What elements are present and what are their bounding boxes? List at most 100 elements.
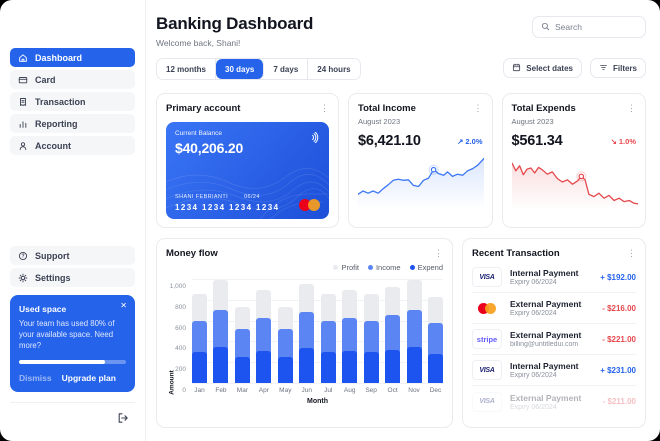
sidebar-item-account[interactable]: Account: [10, 136, 135, 155]
income-value-row: $6,421.10 ↗ 2.0%: [358, 133, 483, 149]
stripe-wordmark: stripe: [477, 335, 497, 344]
used-space-title: Used space: [19, 304, 126, 314]
total-expends-card: Total Expends ⋮ August 2023 $561.34 ↘ 1.…: [502, 93, 647, 228]
bar-group-nov[interactable]: [407, 279, 422, 383]
trend-up-icon: ↗: [457, 137, 463, 146]
used-space-body: Your team has used 80% of your available…: [19, 319, 126, 352]
tab-30-days[interactable]: 30 days: [216, 59, 264, 79]
search-box[interactable]: [532, 16, 646, 38]
select-dates-button[interactable]: Select dates: [503, 58, 582, 78]
sidebar-item-label: Account: [35, 141, 71, 151]
sidebar: Dashboard Card Transaction Reporting Account…: [0, 0, 146, 441]
credit-card[interactable]: Current Balance $40,206.20 SHANI FEBRIAN…: [166, 122, 329, 219]
legend-label: Profit: [341, 263, 359, 272]
bar-group-jun[interactable]: [299, 279, 314, 383]
gear-icon: [18, 273, 28, 283]
toolbar-actions: Select dates Filters: [503, 58, 646, 80]
stripe-logo: stripe: [472, 329, 502, 349]
bar-chart-plot: [192, 279, 443, 383]
bar-group-jan[interactable]: [192, 279, 207, 383]
card-head: Primary account ⋮: [166, 103, 329, 114]
toolbar: 12 months30 days7 days24 hours Select da…: [156, 58, 646, 80]
bar-group-aug[interactable]: [342, 279, 357, 383]
transaction-subtitle: Expiry 06/2024: [510, 279, 592, 286]
y-axis-tick: 800: [166, 304, 186, 311]
filters-button[interactable]: Filters: [590, 58, 646, 78]
bar-group-mar[interactable]: [235, 279, 250, 383]
transaction-row[interactable]: External PaymentExpiry 06/2024- $216.00: [472, 293, 636, 324]
kebab-menu-icon[interactable]: ⋮: [474, 104, 483, 113]
kebab-menu-icon[interactable]: ⋮: [434, 249, 443, 258]
bar-group-sep[interactable]: [364, 279, 379, 383]
x-axis-tick: May: [278, 387, 293, 394]
primary-account-card: Primary account ⋮ Curren: [156, 93, 339, 228]
x-axis-tick: Dec: [428, 387, 443, 394]
transaction-row[interactable]: VISAExternal PaymentExpiry 06/2024- $211…: [472, 386, 636, 417]
tab-7-days[interactable]: 7 days: [264, 59, 308, 79]
sidebar-item-dashboard[interactable]: Dashboard: [10, 48, 135, 67]
sidebar-item-reporting[interactable]: Reporting: [10, 114, 135, 133]
x-axis-tick: Feb: [213, 387, 228, 394]
bar-group-may[interactable]: [278, 279, 293, 383]
kebab-menu-icon[interactable]: ⋮: [320, 104, 329, 113]
bar-chart-icon: [18, 119, 28, 129]
recent-transaction-card: Recent Transaction ⋮ VISAInternal Paymen…: [462, 238, 646, 428]
bar-expend: [364, 352, 379, 383]
filter-icon: [599, 63, 608, 74]
kebab-menu-icon[interactable]: ⋮: [627, 104, 636, 113]
tab-24-hours[interactable]: 24 hours: [308, 59, 359, 79]
x-axis-tick: Jul: [321, 387, 336, 394]
sidebar-item-transaction[interactable]: Transaction: [10, 92, 135, 111]
kebab-menu-icon[interactable]: ⋮: [627, 249, 636, 258]
y-axis-tick: 600: [166, 325, 186, 332]
expends-line-chart: [512, 154, 638, 210]
bar-expend: [428, 354, 443, 383]
y-axis-tick: 200: [166, 366, 186, 373]
highlighted-data-point: [579, 174, 583, 178]
dismiss-button[interactable]: Dismiss: [19, 373, 52, 383]
legend-dot: [368, 265, 373, 270]
transaction-row[interactable]: VISAInternal PaymentExpiry 06/2024+ $231…: [472, 355, 636, 386]
search-input[interactable]: [555, 22, 637, 32]
money-flow-title: Money flow: [166, 248, 218, 259]
transaction-title: External Payment: [510, 330, 594, 340]
banking-app: Dashboard Card Transaction Reporting Account…: [0, 0, 660, 441]
tab-12-months[interactable]: 12 months: [157, 59, 216, 79]
bar-group-feb[interactable]: [213, 279, 228, 383]
bar-group-dec[interactable]: [428, 279, 443, 383]
bar-groups: [192, 279, 443, 383]
upgrade-plan-button[interactable]: Upgrade plan: [62, 373, 116, 383]
expends-period: August 2023: [512, 117, 637, 126]
transaction-row[interactable]: stripeExternal Paymentbilling@untitledui…: [472, 324, 636, 355]
total-income-card: Total Income ⋮ August 2023 $6,421.10 ↗ 2…: [348, 93, 493, 228]
sidebar-item-support[interactable]: ?Support: [10, 246, 135, 265]
bar-group-jul[interactable]: [321, 279, 336, 383]
close-icon[interactable]: ✕: [120, 302, 127, 310]
transaction-subtitle: Expiry 06/2024: [510, 310, 594, 317]
visa-wordmark: VISA: [479, 398, 494, 405]
total-income-title: Total Income: [358, 103, 416, 114]
sidebar-item-card[interactable]: Card: [10, 70, 135, 89]
bar-expend: [385, 350, 400, 383]
trend-down-icon: ↘: [611, 137, 617, 146]
svg-text:?: ?: [21, 253, 24, 259]
bar-group-oct[interactable]: [385, 279, 400, 383]
bar-group-apr[interactable]: [256, 279, 271, 383]
logout-icon[interactable]: [117, 411, 129, 429]
bar-expend: [235, 357, 250, 383]
sidebar-item-label: Dashboard: [35, 53, 82, 63]
transaction-info: Internal PaymentExpiry 06/2024: [510, 361, 592, 379]
card-head: Recent Transaction ⋮: [472, 248, 636, 259]
legend-dot: [333, 265, 338, 270]
summary-row: Primary account ⋮ Curren: [156, 93, 646, 228]
y-axis-tick: 400: [166, 345, 186, 352]
sidebar-item-label: Reporting: [35, 119, 78, 129]
transaction-title: Internal Payment: [510, 268, 592, 278]
visa-wordmark: VISA: [479, 274, 494, 281]
x-axis-label: Month: [166, 398, 443, 405]
card-head: Money flow ⋮: [166, 248, 443, 259]
x-axis-tick: Mar: [235, 387, 250, 394]
transaction-row[interactable]: VISAInternal PaymentExpiry 06/2024+ $192…: [472, 262, 636, 293]
sidebar-item-settings[interactable]: Settings: [10, 268, 135, 287]
y-axis-tick: 1,000: [166, 283, 186, 290]
